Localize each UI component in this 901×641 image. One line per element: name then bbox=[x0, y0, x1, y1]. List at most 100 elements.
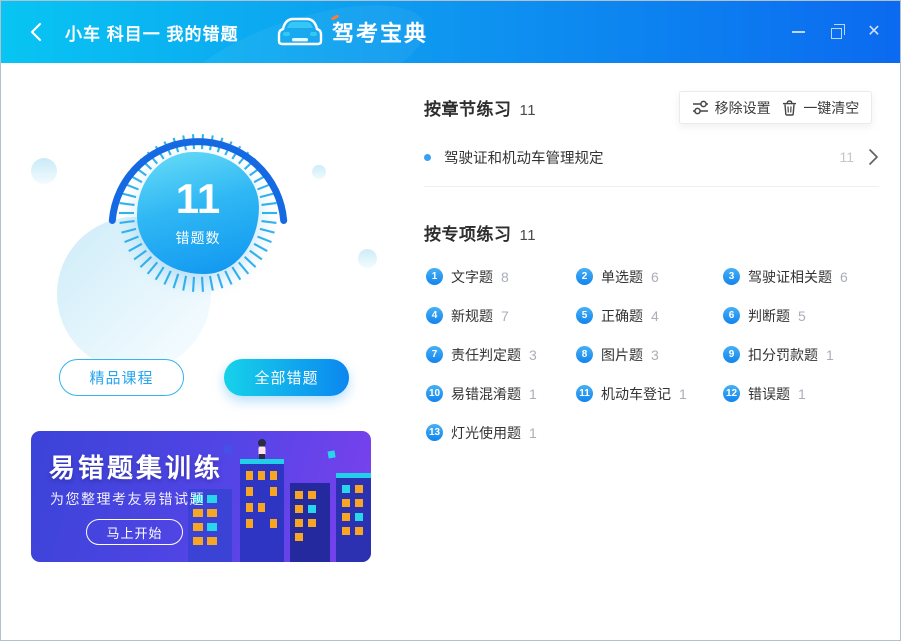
remove-settings-label: 移除设置 bbox=[715, 98, 771, 118]
item-label: 责任判定题 bbox=[451, 345, 521, 365]
item-count: 1 bbox=[529, 425, 537, 441]
special-item[interactable]: 2 单选题 6 bbox=[576, 267, 723, 287]
banner-subtitle: 为您整理考友易错试题 bbox=[50, 489, 205, 509]
trash-icon bbox=[782, 100, 797, 116]
item-number-badge: 10 bbox=[426, 385, 443, 402]
chapter-list-item[interactable]: 驾驶证和机动车管理规定 11 bbox=[424, 143, 879, 171]
special-item[interactable]: 5 正确题 4 bbox=[576, 306, 723, 326]
item-count: 5 bbox=[798, 308, 806, 324]
title-bar: 小车 科目一 我的错题 驾考宝典 ✕ bbox=[1, 1, 900, 63]
all-wrong-questions-button[interactable]: 全部错题 bbox=[224, 359, 349, 396]
special-item[interactable]: 3 驾驶证相关题 6 bbox=[723, 267, 886, 287]
special-section-count: 11 bbox=[520, 227, 537, 244]
item-label: 灯光使用题 bbox=[451, 423, 521, 443]
clear-all-label: 一键清空 bbox=[803, 98, 859, 118]
item-label: 错误题 bbox=[748, 384, 790, 404]
item-number-badge: 3 bbox=[723, 268, 740, 285]
app-window: 小车 科目一 我的错题 驾考宝典 ✕ 11 错题数 精品课程 bbox=[0, 0, 901, 641]
special-item[interactable]: 13 灯光使用题 1 bbox=[426, 423, 576, 443]
wrong-count-gauge: 11 错题数 bbox=[137, 152, 259, 274]
restore-icon bbox=[831, 28, 842, 39]
close-button[interactable]: ✕ bbox=[860, 18, 888, 46]
back-chevron-icon bbox=[30, 22, 42, 42]
item-label: 判断题 bbox=[748, 306, 790, 326]
item-count: 3 bbox=[651, 347, 659, 363]
item-count: 1 bbox=[826, 347, 834, 363]
item-count: 8 bbox=[501, 269, 509, 285]
item-count: 6 bbox=[651, 269, 659, 285]
minimize-button[interactable] bbox=[784, 18, 812, 46]
item-label: 驾驶证相关题 bbox=[748, 267, 832, 287]
close-icon: ✕ bbox=[867, 24, 880, 40]
back-button[interactable] bbox=[23, 19, 49, 45]
item-number-badge: 1 bbox=[426, 268, 443, 285]
item-number-badge: 5 bbox=[576, 307, 593, 324]
section-divider bbox=[424, 186, 879, 187]
premium-courses-button[interactable]: 精品课程 bbox=[59, 359, 184, 396]
item-number-badge: 7 bbox=[426, 346, 443, 363]
bullet-icon bbox=[424, 154, 431, 161]
tools-box: 移除设置 一键清空 bbox=[679, 91, 872, 124]
special-item[interactable]: 7 责任判定题 3 bbox=[426, 345, 576, 365]
sliders-icon bbox=[692, 100, 709, 115]
special-grid: 1 文字题 8 2 单选题 6 3 驾驶证相关题 6 4 新规题 7 5 正确题 4 6 判断题 5 7 责任判定题 3… bbox=[426, 257, 886, 452]
item-label: 新规题 bbox=[451, 306, 493, 326]
breadcrumb: 小车 科目一 我的错题 bbox=[65, 1, 238, 63]
item-label: 文字题 bbox=[451, 267, 493, 287]
special-item[interactable]: 12 错误题 1 bbox=[723, 384, 886, 404]
car-logo-icon bbox=[277, 14, 323, 50]
restore-button[interactable] bbox=[822, 18, 850, 46]
item-number-badge: 13 bbox=[426, 424, 443, 441]
special-section-title: 按专项练习 11 bbox=[424, 220, 536, 245]
item-number-badge: 11 bbox=[576, 385, 593, 402]
item-count: 3 bbox=[529, 347, 537, 363]
chapter-section-count: 11 bbox=[520, 102, 537, 119]
special-item[interactable]: 8 图片题 3 bbox=[576, 345, 723, 365]
item-label: 机动车登记 bbox=[601, 384, 671, 404]
minimize-icon bbox=[792, 31, 805, 33]
decor-circle-small-3 bbox=[358, 249, 377, 268]
item-number-badge: 4 bbox=[426, 307, 443, 324]
left-button-row: 精品课程 全部错题 bbox=[59, 359, 349, 396]
banner-title: 易错题集训练 bbox=[49, 448, 223, 485]
item-label: 图片题 bbox=[601, 345, 643, 365]
chapter-section-title: 按章节练习 11 bbox=[424, 95, 536, 120]
item-count: 1 bbox=[529, 386, 537, 402]
item-count: 1 bbox=[798, 386, 806, 402]
brand-name: 驾考宝典 bbox=[332, 16, 428, 48]
brand-logo: 驾考宝典 bbox=[277, 1, 428, 63]
special-section-title-text: 按专项练习 bbox=[424, 225, 512, 244]
item-label: 扣分罚款题 bbox=[748, 345, 818, 365]
item-number-badge: 6 bbox=[723, 307, 740, 324]
chapter-item-count: 11 bbox=[839, 149, 854, 165]
item-number-badge: 8 bbox=[576, 346, 593, 363]
item-label: 单选题 bbox=[601, 267, 643, 287]
item-count: 6 bbox=[840, 269, 848, 285]
special-item[interactable]: 6 判断题 5 bbox=[723, 306, 886, 326]
special-item[interactable]: 9 扣分罚款题 1 bbox=[723, 345, 886, 365]
wrong-count-label: 错题数 bbox=[176, 228, 221, 248]
wrong-count-value: 11 bbox=[176, 178, 220, 220]
clear-all-button[interactable]: 一键清空 bbox=[782, 98, 859, 118]
banner-start-button[interactable]: 马上开始 bbox=[86, 519, 183, 545]
training-banner[interactable]: 易错题集训练 为您整理考友易错试题 马上开始 bbox=[31, 431, 371, 562]
special-item[interactable]: 11 机动车登记 1 bbox=[576, 384, 723, 404]
item-count: 7 bbox=[501, 308, 509, 324]
window-controls: ✕ bbox=[784, 1, 888, 63]
item-number-badge: 2 bbox=[576, 268, 593, 285]
special-item[interactable]: 1 文字题 8 bbox=[426, 267, 576, 287]
item-number-badge: 9 bbox=[723, 346, 740, 363]
decor-circle-small-2 bbox=[312, 165, 326, 179]
chevron-right-icon bbox=[868, 148, 879, 166]
special-item[interactable]: 4 新规题 7 bbox=[426, 306, 576, 326]
item-count: 1 bbox=[679, 386, 687, 402]
chapter-item-label: 驾驶证和机动车管理规定 bbox=[444, 147, 839, 168]
chapter-section-title-text: 按章节练习 bbox=[424, 100, 512, 119]
decor-circle-small-1 bbox=[31, 158, 57, 184]
special-item[interactable]: 10 易错混淆题 1 bbox=[426, 384, 576, 404]
remove-settings-button[interactable]: 移除设置 bbox=[692, 98, 771, 118]
item-number-badge: 12 bbox=[723, 385, 740, 402]
item-label: 易错混淆题 bbox=[451, 384, 521, 404]
item-label: 正确题 bbox=[601, 306, 643, 326]
item-count: 4 bbox=[651, 308, 659, 324]
